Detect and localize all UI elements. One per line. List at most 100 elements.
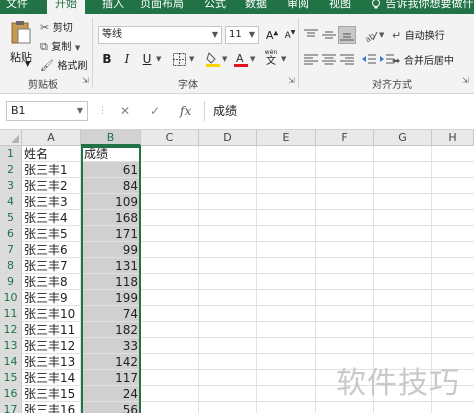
cell-b[interactable]: 171 [82,226,140,241]
row-header[interactable]: 11 [0,306,22,322]
row-header[interactable]: 15 [0,370,22,386]
row-header[interactable]: 6 [0,226,22,242]
cell-b[interactable]: 118 [82,274,140,289]
orientation-dropdown-icon[interactable]: ▼ [379,31,384,39]
decrease-indent-button[interactable] [360,50,378,68]
tab-5[interactable]: 公式 [204,0,226,14]
cell-a[interactable]: 张三丰13 [24,354,80,370]
tell-me-box[interactable]: 告诉我你想要做什么 [370,0,474,12]
column-header-g[interactable]: G [374,130,432,146]
font-color-button[interactable]: A [232,50,250,68]
column-header-f[interactable]: F [316,130,374,146]
cell-b[interactable]: 24 [82,386,140,401]
cell-a[interactable]: 张三丰12 [24,338,80,354]
row-header[interactable]: 3 [0,178,22,194]
cell-a[interactable]: 张三丰7 [24,258,80,274]
column-header-d[interactable]: D [199,130,257,146]
column-header-e[interactable]: E [257,130,316,146]
align-left-button[interactable] [302,50,320,68]
row-header[interactable]: 5 [0,210,22,226]
align-center-button[interactable] [320,50,338,68]
increase-font-button[interactable]: A▲ [263,26,281,44]
cell-a[interactable]: 张三丰1 [24,162,80,178]
align-right-button[interactable] [338,50,356,68]
cell-b[interactable]: 成绩 [82,146,140,161]
cell-a[interactable]: 张三丰5 [24,226,80,242]
phonetic-button[interactable]: wén 文 [262,47,280,69]
cell-b[interactable]: 33 [82,338,140,353]
confirm-entry-button[interactable]: ✓ [150,101,160,121]
cell-a[interactable]: 张三丰10 [24,306,80,322]
cell-a[interactable]: 张三丰15 [24,386,80,402]
cell-a[interactable]: 张三丰2 [24,178,80,194]
cell-a[interactable]: 姓名 [24,146,80,162]
select-all-button[interactable] [0,130,22,146]
copy-dropdown-icon[interactable]: ▼ [75,44,80,52]
cell-b[interactable]: 199 [82,290,140,305]
phonetic-dropdown-icon[interactable]: ▼ [281,55,286,63]
cell-a[interactable]: 张三丰14 [24,370,80,386]
row-header[interactable]: 17 [0,402,22,413]
cell-a[interactable]: 张三丰11 [24,322,80,338]
cell-a[interactable]: 张三丰6 [24,242,80,258]
row-header[interactable]: 14 [0,354,22,370]
cell-b[interactable]: 131 [82,258,140,273]
cell-b[interactable]: 117 [82,370,140,385]
row-header[interactable]: 12 [0,322,22,338]
tab-8[interactable]: 视图 [329,0,351,14]
borders-dropdown-icon[interactable]: ▼ [189,55,194,63]
column-header-h[interactable]: H [432,130,474,146]
cell-b[interactable]: 84 [82,178,140,193]
tab-1[interactable]: 文件 [6,0,28,14]
align-bottom-button[interactable] [338,26,356,44]
row-header[interactable]: 16 [0,386,22,402]
row-header[interactable]: 9 [0,274,22,290]
fill-color-dropdown-icon[interactable]: ▼ [222,55,227,63]
cell-b[interactable]: 74 [82,306,140,321]
cell-b[interactable]: 142 [82,354,140,369]
cancel-entry-button[interactable]: ✕ [120,101,130,121]
name-box[interactable]: B1 ▼ [6,101,88,121]
font-name-select[interactable]: 等线 ▼ [98,26,222,44]
cell-b[interactable]: 168 [82,210,140,225]
tab-7[interactable]: 审阅 [287,0,309,14]
row-header[interactable]: 7 [0,242,22,258]
wrap-text-button[interactable]: ↵ 自动换行 [392,27,445,42]
decrease-font-button[interactable]: A▼ [281,26,299,44]
row-header[interactable]: 13 [0,338,22,354]
font-launcher-icon[interactable]: ⇲ [288,76,295,85]
underline-dropdown-icon[interactable]: ▼ [156,55,161,63]
bold-button[interactable]: B [98,50,116,68]
borders-button[interactable] [170,50,188,68]
clipboard-launcher-icon[interactable]: ⇲ [82,76,89,85]
cell-a[interactable]: 张三丰16 [24,402,80,413]
cell-a[interactable]: 张三丰4 [24,210,80,226]
insert-function-button[interactable]: fx [180,101,191,121]
tab-2[interactable]: 开始 [47,0,85,14]
cell-a[interactable]: 张三丰3 [24,194,80,210]
cell-a[interactable]: 张三丰8 [24,274,80,290]
cell-a[interactable]: 张三丰9 [24,290,80,306]
orientation-button[interactable]: ab [362,26,380,44]
column-header-a[interactable]: A [22,130,81,146]
underline-button[interactable]: U [138,50,156,68]
align-top-button[interactable] [302,26,320,44]
row-header[interactable]: 10 [0,290,22,306]
paste-button[interactable] [8,18,34,48]
copy-button[interactable]: ⧉ 复制 ▼ [40,38,80,54]
row-header[interactable]: 4 [0,194,22,210]
alignment-launcher-icon[interactable]: ⇲ [462,76,469,85]
column-header-b[interactable]: B [81,130,141,146]
merge-center-button[interactable]: ⬌ 合并后居中 [392,52,454,67]
tab-3[interactable]: 插入 [102,0,124,14]
cell-b[interactable]: 109 [82,194,140,209]
tab-6[interactable]: 数据 [245,0,267,14]
cell-b[interactable]: 61 [82,162,140,177]
row-header[interactable]: 8 [0,258,22,274]
row-header[interactable]: 1 [0,146,22,162]
formula-input[interactable]: 成绩 [204,101,474,121]
tab-4[interactable]: 页面布局 [140,0,184,14]
font-size-select[interactable]: 11 ▼ [225,26,259,44]
italic-button[interactable]: I [118,50,136,68]
align-middle-button[interactable] [320,26,338,44]
